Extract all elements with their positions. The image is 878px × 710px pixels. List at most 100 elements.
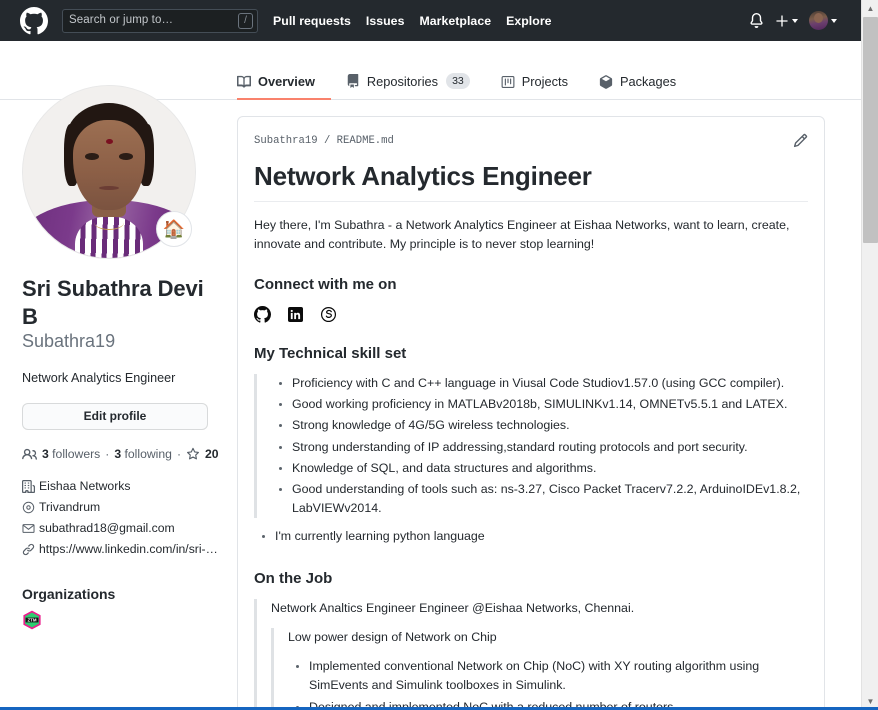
house-emoji-icon: 🏠: [162, 219, 186, 239]
people-icon: [22, 447, 37, 462]
star-icon: [186, 447, 200, 461]
readme-intro: Hey there, I'm Subathra - a Network Anal…: [254, 218, 790, 251]
project-blockquote: Low power design of Network on Chip Impl…: [271, 627, 808, 710]
profile-stats: 3 followers · 3 following · 20: [22, 447, 222, 462]
detail-organization: Eishaa Networks: [22, 476, 222, 497]
skype-icon[interactable]: [320, 306, 337, 323]
chevron-down-icon: [831, 18, 837, 23]
avatar-container: 🏠: [22, 85, 196, 259]
organizations-heading: Organizations: [22, 585, 116, 602]
list-item: I'm currently learning python language: [275, 527, 808, 546]
location-icon: [22, 501, 39, 514]
plus-icon: [776, 14, 788, 27]
vertical-scrollbar[interactable]: ▲ ▼: [861, 0, 878, 710]
link-icon: [22, 543, 39, 556]
book-icon: [237, 75, 251, 89]
project-title: Low power design of Network on Chip: [288, 629, 497, 644]
list-item: Knowledge of SQL, and data structures an…: [292, 459, 808, 478]
nav-explore[interactable]: Explore: [506, 14, 551, 28]
organization-icon: [22, 479, 39, 493]
following-label[interactable]: following: [125, 447, 172, 461]
linkedin-icon[interactable]: [288, 306, 303, 322]
tab-packages[interactable]: Packages: [599, 74, 692, 100]
list-item: Good working proficiency in MATLABv2018b…: [292, 395, 808, 414]
profile-readme-card: Subathra19 / README.md Network Analytics…: [237, 116, 825, 710]
job-title: Network Analtics Engineer Engineer @Eish…: [271, 600, 635, 615]
profile-full-name: Sri Subathra Devi B: [22, 276, 204, 329]
skills-heading: My Technical skill set: [254, 344, 407, 362]
pencil-icon[interactable]: [793, 133, 808, 148]
readme-breadcrumb: Subathra19 / README.md: [254, 135, 394, 147]
following-count[interactable]: 3: [114, 447, 121, 461]
tab-label: Projects: [521, 74, 568, 89]
bell-icon[interactable]: [749, 13, 764, 28]
header-nav: Pull requests Issues Marketplace Explore: [273, 14, 552, 28]
organizations-list: ZTM: [22, 610, 222, 630]
detail-link[interactable]: https://www.linkedin.com/in/sri-su…: [22, 539, 222, 560]
search-shortcut-key: /: [238, 12, 253, 29]
profile-sidebar: 🏠 Sri Subathra Devi B Subathra19 Network…: [22, 85, 222, 630]
profile-username: Subathra19: [22, 331, 116, 351]
nav-issues[interactable]: Issues: [366, 14, 405, 28]
readme-separator: /: [323, 135, 331, 147]
account-menu-button[interactable]: [809, 11, 837, 30]
search-input[interactable]: Search or jump to… /: [62, 8, 258, 33]
scroll-up-arrow[interactable]: ▲: [862, 0, 878, 17]
tab-overview[interactable]: Overview: [237, 74, 331, 100]
project-icon: [501, 75, 515, 89]
search-placeholder: Search or jump to…: [69, 13, 174, 26]
detail-text: Trivandrum: [39, 499, 101, 514]
svg-text:ZTM: ZTM: [27, 617, 36, 622]
organization-avatar-ztm[interactable]: ZTM: [22, 610, 42, 630]
detail-email[interactable]: subathrad18@gmail.com: [22, 518, 222, 539]
profile-details: Eishaa Networks Trivandrum subathrad18@g…: [22, 476, 222, 560]
detail-text[interactable]: https://www.linkedin.com/in/sri-su…: [39, 539, 222, 560]
header-actions: [749, 11, 849, 30]
edit-profile-button[interactable]: Edit profile: [22, 402, 208, 430]
job-blockquote: Network Analtics Engineer Engineer @Eish…: [254, 598, 808, 710]
create-new-button[interactable]: [775, 14, 798, 28]
skills-list: Proficiency with C and C++ language in V…: [271, 374, 808, 518]
chevron-down-icon: [792, 18, 798, 23]
repo-icon: [346, 74, 360, 88]
readme-title: Network Analytics Engineer: [254, 161, 808, 202]
avatar: [809, 11, 828, 30]
list-item: Strong understanding of IP addressing,st…: [292, 438, 808, 457]
list-item: Strong knowledge of 4G/5G wireless techn…: [292, 416, 808, 435]
list-item: Proficiency with C and C++ language in V…: [292, 374, 808, 393]
repositories-count: 33: [446, 73, 470, 89]
nav-marketplace[interactable]: Marketplace: [419, 14, 491, 28]
tab-projects[interactable]: Projects: [501, 74, 584, 100]
readme-filename[interactable]: README.md: [337, 135, 394, 147]
github-mark-icon[interactable]: [20, 6, 48, 35]
stars-count[interactable]: 20: [205, 447, 219, 461]
scrollbar-thumb[interactable]: [863, 17, 878, 243]
readme-owner[interactable]: Subathra19: [254, 135, 318, 147]
package-icon: [599, 74, 613, 89]
detail-text[interactable]: subathrad18@gmail.com: [39, 518, 175, 539]
profile-bio: Network Analytics Engineer: [22, 371, 176, 385]
github-profile-page: Search or jump to… / Pull requests Issue…: [0, 0, 878, 710]
job-items-list: Implemented conventional Network on Chip…: [288, 657, 808, 710]
global-header: Search or jump to… / Pull requests Issue…: [0, 0, 861, 41]
followers-count[interactable]: 3: [42, 447, 49, 461]
github-icon[interactable]: [254, 305, 271, 323]
nav-pull-requests[interactable]: Pull requests: [273, 14, 351, 28]
followers-label[interactable]: followers: [52, 447, 100, 461]
currently-learning-list: I'm currently learning python language: [254, 527, 808, 546]
detail-text: Eishaa Networks: [39, 478, 131, 493]
job-heading: On the Job: [254, 569, 333, 587]
connect-heading: Connect with me on: [254, 275, 397, 293]
skills-blockquote: Proficiency with C and C++ language in V…: [254, 373, 808, 519]
tab-repositories[interactable]: Repositories 33: [346, 73, 486, 100]
mail-icon: [22, 522, 39, 535]
list-item: Implemented conventional Network on Chip…: [309, 657, 808, 695]
detail-location: Trivandrum: [22, 497, 222, 518]
tab-label: Packages: [619, 74, 677, 89]
list-item: Good understanding of tools such as: ns-…: [292, 480, 808, 518]
status-badge[interactable]: 🏠: [156, 211, 192, 247]
readme-header: Subathra19 / README.md: [254, 133, 808, 148]
social-links: [254, 305, 808, 323]
tab-label: Overview: [258, 74, 315, 89]
tab-label: Repositories: [366, 73, 439, 89]
